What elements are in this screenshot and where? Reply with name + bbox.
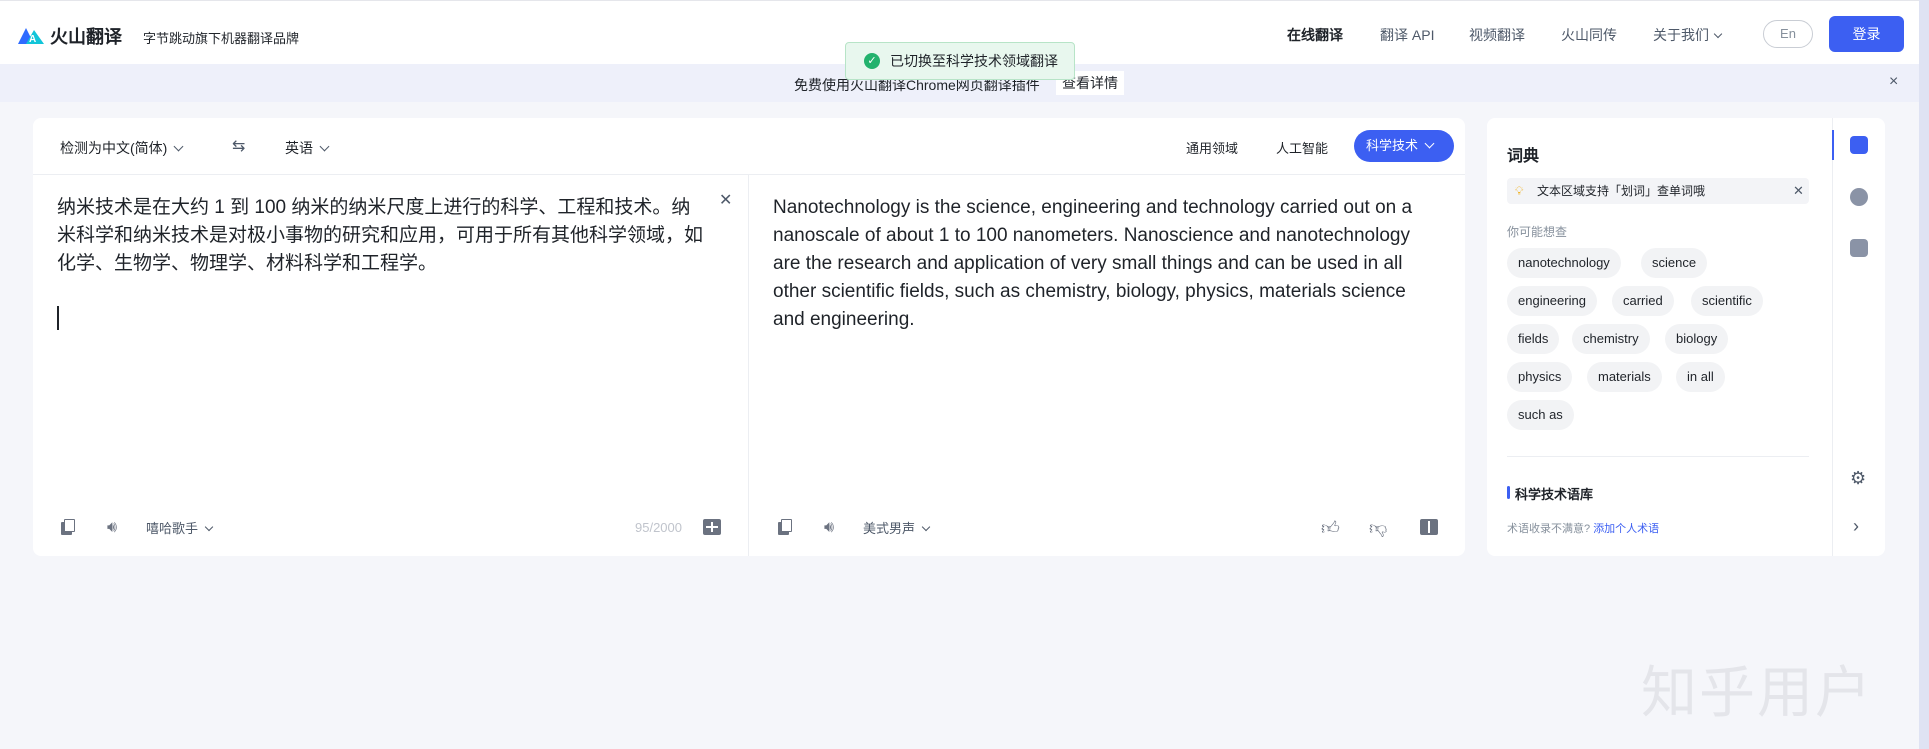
side-rail: ⚙ › [1832, 118, 1886, 556]
word-chip[interactable]: physics [1507, 362, 1573, 392]
chevron-down-icon [204, 522, 214, 532]
word-chip[interactable]: chemistry [1572, 324, 1650, 354]
scrollbar-strip[interactable] [1919, 0, 1929, 749]
word-chip[interactable]: science [1641, 248, 1708, 278]
word-chip[interactable]: scientific [1691, 286, 1763, 316]
word-chip[interactable]: nanotechnology [1507, 248, 1621, 278]
nav-about-label: 关于我们 [1653, 27, 1709, 43]
chevron-down-icon [173, 141, 184, 152]
source-text-area[interactable]: 纳米技术是在大约 1 到 100 纳米的纳米尺度上进行的科学、工程和技术。纳米科… [57, 194, 707, 278]
rail-active-indicator [1832, 130, 1834, 160]
language-toolbar: 检测为中文(简体) ⇆ 英语 通用领域 人工智能 科学技术 [33, 118, 1465, 175]
nav-translate-api[interactable]: 翻译 API [1380, 25, 1434, 45]
dictionary-icon[interactable] [1850, 136, 1868, 154]
domain-tab-general[interactable]: 通用领域 [1186, 138, 1238, 157]
word-chip[interactable]: engineering [1507, 286, 1597, 316]
translator-card: 检测为中文(简体) ⇆ 英语 通用领域 人工智能 科学技术 纳米技术是在大约 1… [33, 118, 1465, 556]
thumbs-down-icon[interactable]: 👎︎ [1369, 517, 1387, 539]
word-chip[interactable]: materials [1587, 362, 1662, 392]
source-language-select[interactable]: 检测为中文(简体) [60, 138, 184, 158]
speaker-icon[interactable]: 🔊︎ [824, 519, 834, 537]
domain-tab-science[interactable]: 科学技术 [1354, 130, 1454, 162]
nav-online-translate[interactable]: 在线翻译 [1287, 25, 1343, 45]
logo-text: 火山翻译 [50, 27, 122, 47]
glossary-note-text: 术语收录不满意? [1507, 523, 1591, 535]
chevron-down-icon [921, 522, 931, 532]
bilingual-view-icon[interactable] [1420, 519, 1438, 535]
nav-video-translate[interactable]: 视频翻译 [1469, 25, 1525, 45]
favorites-icon[interactable] [1850, 239, 1868, 257]
glossary-note: 术语收录不满意? 添加个人术语 [1507, 520, 1659, 536]
history-icon[interactable] [1850, 188, 1868, 206]
word-chip[interactable]: in all [1676, 362, 1725, 392]
chevron-down-icon [1424, 138, 1435, 149]
tip-text: 文本区域支持「划词」查单词哦 [1537, 184, 1706, 198]
copy-translation-icon[interactable] [778, 519, 792, 535]
tip-banner: 💡︎ 文本区域支持「划词」查单词哦 ✕ [1507, 178, 1809, 204]
language-switch-button[interactable]: En [1763, 20, 1813, 48]
toast-text: 已切换至科学技术领域翻译 [890, 53, 1058, 69]
dictionary-panel: 词典 💡︎ 文本区域支持「划词」查单词哦 ✕ 你可能想查 nanotechnol… [1487, 118, 1885, 556]
suggestions-label: 你可能想查 [1507, 225, 1568, 239]
volcano-logo-icon: A [16, 26, 46, 46]
translation-output: Nanotechnology is the science, engineeri… [773, 197, 1413, 330]
word-chip[interactable]: biology [1665, 324, 1729, 354]
panel-divider [748, 174, 749, 556]
text-cursor [57, 306, 59, 330]
chevron-right-icon[interactable]: › [1853, 516, 1859, 537]
word-chip[interactable]: fields [1507, 324, 1560, 354]
chevron-down-icon [319, 141, 330, 152]
add-term-link[interactable]: 添加个人术语 [1593, 523, 1659, 535]
tip-close-icon[interactable]: ✕ [1793, 178, 1804, 204]
domain-tab-ai[interactable]: 人工智能 [1276, 138, 1328, 157]
word-chip[interactable]: carried [1612, 286, 1674, 316]
dictionary-title: 词典 [1507, 148, 1540, 165]
target-language-select[interactable]: 英语 [285, 138, 330, 158]
lightbulb-icon: 💡︎ [1515, 184, 1524, 198]
login-button[interactable]: 登录 [1829, 16, 1904, 52]
nav-simultaneous[interactable]: 火山同传 [1561, 25, 1617, 45]
chevron-down-icon [1713, 29, 1723, 39]
source-language-label: 检测为中文(简体) [60, 140, 168, 156]
swap-languages-icon[interactable]: ⇆ [232, 136, 245, 156]
clear-text-icon[interactable]: ✕ [719, 190, 732, 210]
settings-gear-icon[interactable]: ⚙ [1850, 468, 1866, 489]
character-count: 95/2000 [635, 520, 682, 535]
watermark: 知乎用户 [1641, 661, 1873, 726]
source-voice-label: 嘻哈歌手 [146, 521, 199, 536]
word-chip[interactable]: such as [1507, 400, 1574, 430]
expand-input-icon[interactable] [703, 519, 721, 535]
section-accent-bar [1507, 486, 1510, 499]
glossary-title: 科学技术语库 [1515, 487, 1594, 502]
check-circle-icon: ✓ [864, 53, 880, 69]
domain-science-label: 科学技术 [1366, 138, 1419, 153]
copy-source-icon[interactable] [61, 519, 75, 535]
dictionary-divider [1507, 456, 1809, 457]
speaker-icon[interactable]: 🔊︎ [107, 519, 117, 537]
logo[interactable]: A 火山翻译 [16, 23, 122, 49]
thumbs-up-icon[interactable]: 👍︎ [1321, 517, 1340, 539]
svg-text:A: A [29, 34, 36, 45]
target-voice-select[interactable]: 美式男声 [863, 518, 931, 537]
source-voice-select[interactable]: 嘻哈歌手 [146, 518, 214, 537]
brand-slogan: 字节跳动旗下机器翻译品牌 [143, 31, 300, 46]
banner-close-icon[interactable]: × [1889, 73, 1898, 91]
target-language-label: 英语 [285, 140, 313, 156]
nav-about-us[interactable]: 关于我们 [1653, 25, 1723, 45]
target-voice-label: 美式男声 [863, 521, 916, 536]
toast-notification: ✓ 已切换至科学技术领域翻译 [845, 42, 1075, 80]
